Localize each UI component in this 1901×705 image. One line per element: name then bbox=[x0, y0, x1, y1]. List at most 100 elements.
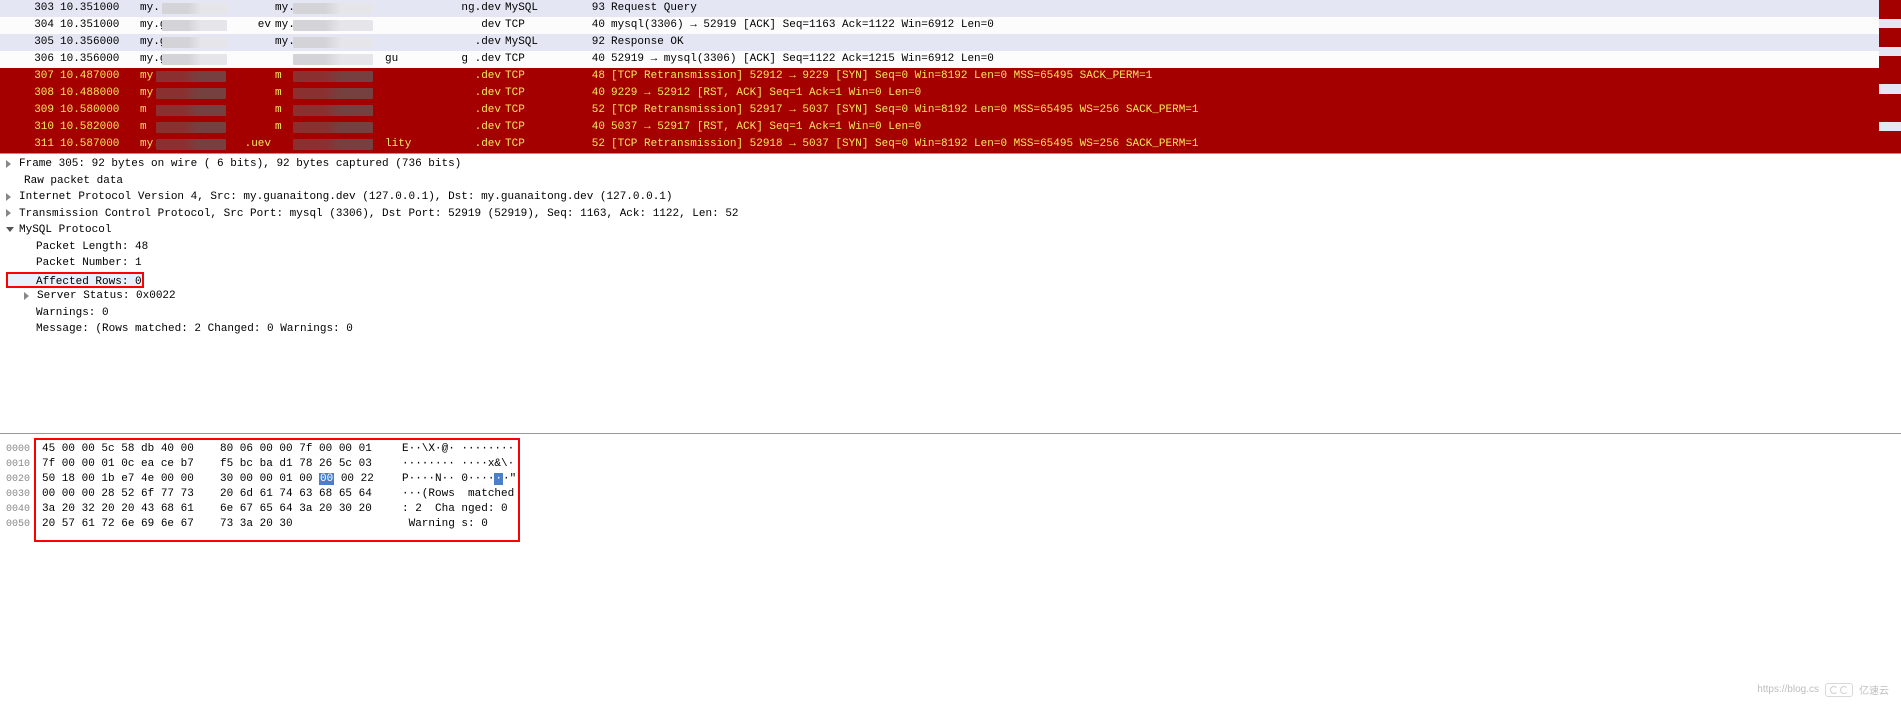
col-info: mysql(3306) → 52919 [ACK] Seq=1163 Ack=1… bbox=[609, 17, 1901, 34]
tree-packet-number[interactable]: Packet Number: 1 bbox=[6, 255, 1901, 272]
watermark: https://blog.cs 亿速云 bbox=[1757, 682, 1889, 697]
col-length: 93 bbox=[585, 0, 609, 17]
hex-bytes: 7f 00 00 01 0c ea ce b7 bbox=[42, 457, 212, 472]
col-destination: m.dev bbox=[275, 102, 505, 119]
col-length: 40 bbox=[585, 51, 609, 68]
chevron-right-icon[interactable] bbox=[6, 209, 15, 218]
col-number: 307 bbox=[0, 68, 60, 85]
hex-line[interactable]: 00403a 20 32 20 20 43 68 616e 67 65 64 3… bbox=[42, 502, 518, 517]
col-info: [TCP Retransmission] 52918 → 5037 [SYN] … bbox=[609, 136, 1901, 153]
hex-bytes: 00 00 00 28 52 6f 77 73 bbox=[42, 487, 212, 502]
col-number: 308 bbox=[0, 85, 60, 102]
packet-row[interactable]: 30510.356000my.gmy..devMySQL92Response O… bbox=[0, 34, 1901, 51]
frame-summary: Frame 305: 92 bytes on wire ( 6 bits), 9… bbox=[19, 156, 461, 173]
tree-mysql[interactable]: MySQL Protocol bbox=[6, 222, 1901, 239]
packet-row[interactable]: 30710.487000mym.devTCP48[TCP Retransmiss… bbox=[0, 68, 1901, 85]
col-source: my. bbox=[140, 0, 275, 17]
tree-frame[interactable]: Frame 305: 92 bytes on wire ( 6 bits), 9… bbox=[6, 156, 1901, 173]
packet-row[interactable]: 30410.351000my.guevmy.gdevTCP40mysql(330… bbox=[0, 17, 1901, 34]
col-info: [TCP Retransmission] 52912 → 9229 [SYN] … bbox=[609, 68, 1901, 85]
tree-tcp[interactable]: Transmission Control Protocol, Src Port:… bbox=[6, 206, 1901, 223]
hex-line[interactable]: 00107f 00 00 01 0c ea ce b7f5 bc ba d1 7… bbox=[42, 457, 518, 472]
col-number: 311 bbox=[0, 136, 60, 153]
packet-list[interactable]: 30310.351000my.my.ng.devMySQL93Request Q… bbox=[0, 0, 1901, 153]
col-length: 48 bbox=[585, 68, 609, 85]
col-destination: m.dev bbox=[275, 119, 505, 136]
minimap-stripe bbox=[1879, 66, 1901, 75]
col-protocol: MySQL bbox=[505, 34, 585, 51]
hex-bytes: 50 18 00 1b e7 4e 00 00 bbox=[42, 472, 212, 487]
hex-ascii: : 2 Cha nged: 0 bbox=[392, 502, 514, 517]
col-number: 303 bbox=[0, 0, 60, 17]
hex-ascii: Warning s: 0 bbox=[392, 517, 488, 532]
hex-offset: 0040 bbox=[0, 502, 30, 517]
col-number: 309 bbox=[0, 102, 60, 119]
packet-row[interactable]: 30810.488000mym.devTCP409229 → 52912 [RS… bbox=[0, 85, 1901, 102]
col-destination: my.gdev bbox=[275, 17, 505, 34]
packet-row[interactable]: 30610.356000my.ggug .devTCP4052919 → mys… bbox=[0, 51, 1901, 68]
col-protocol: TCP bbox=[505, 17, 585, 34]
tree-warnings[interactable]: Warnings: 0 bbox=[6, 305, 1901, 322]
minimap-stripe bbox=[1879, 141, 1901, 150]
col-number: 306 bbox=[0, 51, 60, 68]
packet-row[interactable]: 30910.580000mm.devTCP52[TCP Retransmissi… bbox=[0, 102, 1901, 119]
col-length: 40 bbox=[585, 17, 609, 34]
packet-minimap[interactable] bbox=[1879, 0, 1901, 150]
hex-bytes: 45 00 00 5c 58 db 40 00 bbox=[42, 442, 212, 457]
tree-ip[interactable]: Internet Protocol Version 4, Src: my.gua… bbox=[6, 189, 1901, 206]
chevron-right-icon[interactable] bbox=[6, 193, 15, 202]
col-length: 40 bbox=[585, 119, 609, 136]
minimap-stripe bbox=[1879, 28, 1901, 37]
packet-details[interactable]: Frame 305: 92 bytes on wire ( 6 bits), 9… bbox=[0, 153, 1901, 433]
hex-bytes: 30 00 00 01 00 00 00 22 bbox=[212, 472, 392, 487]
minimap-stripe bbox=[1879, 131, 1901, 140]
hex-ascii: E··\X·@· ········ bbox=[392, 442, 514, 457]
col-info: 9229 → 52912 [RST, ACK] Seq=1 Ack=1 Win=… bbox=[609, 85, 1901, 102]
col-protocol: TCP bbox=[505, 51, 585, 68]
col-time: 10.351000 bbox=[60, 17, 140, 34]
hex-line[interactable]: 003000 00 00 28 52 6f 77 7320 6d 61 74 6… bbox=[42, 487, 518, 502]
hex-line[interactable]: 002050 18 00 1b e7 4e 00 0030 00 00 01 0… bbox=[42, 472, 518, 487]
chevron-down-icon[interactable] bbox=[6, 226, 15, 235]
hex-pane[interactable]: 000045 00 00 5c 58 db 40 0080 06 00 00 7… bbox=[0, 433, 1901, 705]
tree-message[interactable]: Message: (Rows matched: 2 Changed: 0 War… bbox=[6, 321, 1901, 338]
col-protocol: TCP bbox=[505, 68, 585, 85]
col-time: 10.351000 bbox=[60, 0, 140, 17]
col-info: Request Query bbox=[609, 0, 1901, 17]
col-protocol: MySQL bbox=[505, 0, 585, 17]
minimap-stripe bbox=[1879, 75, 1901, 84]
hex-line[interactable]: 005020 57 61 72 6e 69 6e 6773 3a 20 30 W… bbox=[42, 517, 518, 532]
col-destination: m.dev bbox=[275, 85, 505, 102]
minimap-stripe bbox=[1879, 19, 1901, 28]
packet-row[interactable]: 30310.351000my.my.ng.devMySQL93Request Q… bbox=[0, 0, 1901, 17]
tree-raw[interactable]: Raw packet data bbox=[6, 173, 1901, 190]
col-time: 10.587000 bbox=[60, 136, 140, 153]
chevron-right-icon[interactable] bbox=[6, 160, 15, 169]
hex-bytes: f5 bc ba d1 78 26 5c 03 bbox=[212, 457, 392, 472]
minimap-stripe bbox=[1879, 122, 1901, 131]
minimap-stripe bbox=[1879, 56, 1901, 65]
hex-bytes: 3a 20 32 20 20 43 68 61 bbox=[42, 502, 212, 517]
hex-highlight-box: 000045 00 00 5c 58 db 40 0080 06 00 00 7… bbox=[34, 438, 520, 542]
col-number: 310 bbox=[0, 119, 60, 136]
tree-packet-length[interactable]: Packet Length: 48 bbox=[6, 239, 1901, 256]
col-protocol: TCP bbox=[505, 119, 585, 136]
packet-row[interactable]: 31010.582000mm.devTCP405037 → 52917 [RST… bbox=[0, 119, 1901, 136]
minimap-stripe bbox=[1879, 113, 1901, 122]
col-info: Response OK bbox=[609, 34, 1901, 51]
col-source: my bbox=[140, 85, 275, 102]
hex-ascii: ········ ····x&\· bbox=[392, 457, 514, 472]
tree-affected-rows[interactable]: Affected Rows: 0 bbox=[6, 272, 144, 289]
hex-line[interactable]: 000045 00 00 5c 58 db 40 0080 06 00 00 7… bbox=[42, 442, 518, 457]
packet-row[interactable]: 31110.587000my.gu.uevlity.devTCP52[TCP R… bbox=[0, 136, 1901, 153]
chevron-right-icon[interactable] bbox=[24, 292, 33, 301]
col-destination: my..dev bbox=[275, 34, 505, 51]
hex-ascii: P····N·· 0······" bbox=[392, 472, 516, 487]
hex-bytes: 6e 67 65 64 3a 20 30 20 bbox=[212, 502, 392, 517]
minimap-stripe bbox=[1879, 0, 1901, 9]
minimap-stripe bbox=[1879, 38, 1901, 47]
col-time: 10.488000 bbox=[60, 85, 140, 102]
col-length: 52 bbox=[585, 136, 609, 153]
minimap-stripe bbox=[1879, 94, 1901, 103]
tree-server-status[interactable]: Server Status: 0x0022 bbox=[6, 288, 1901, 305]
